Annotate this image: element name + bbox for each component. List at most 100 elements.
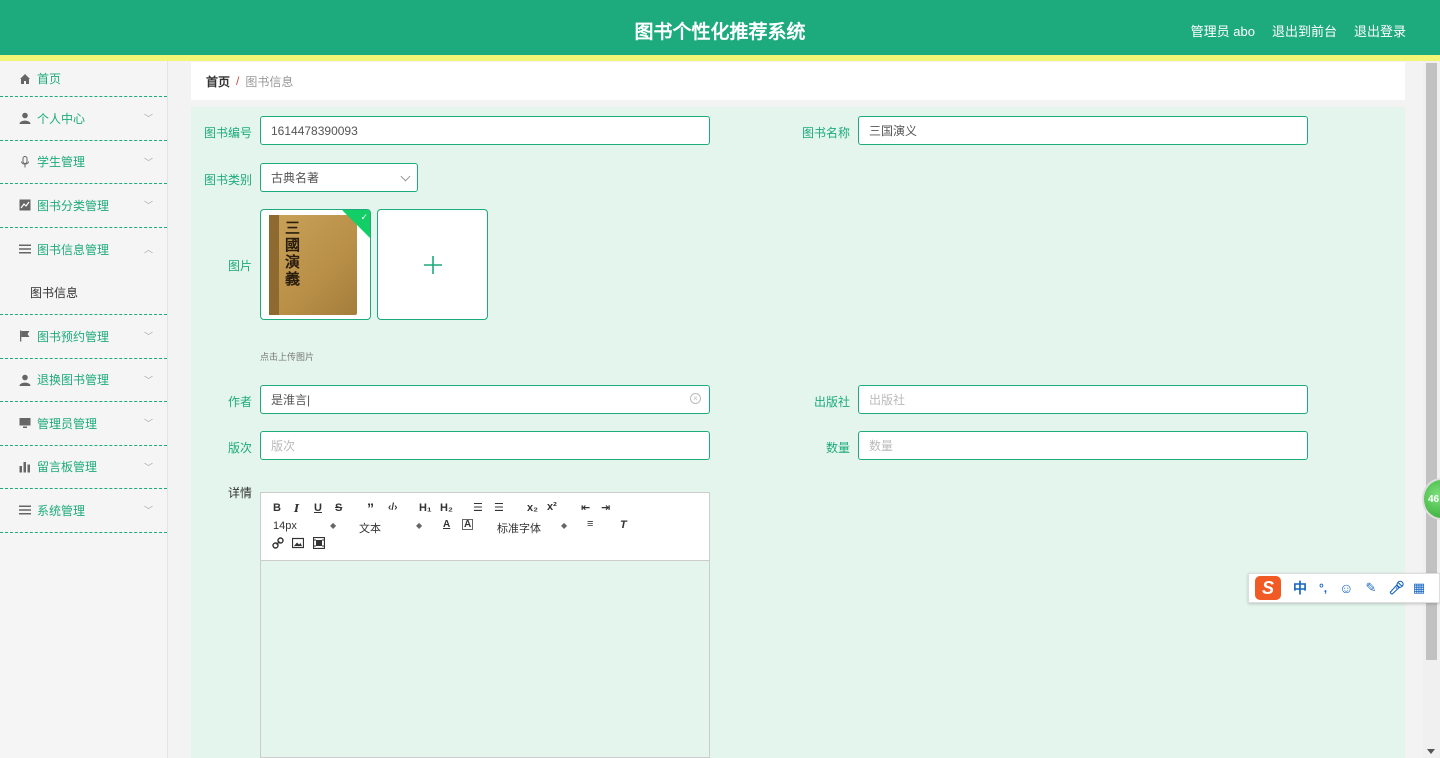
home-icon <box>19 73 31 85</box>
upload-add-button[interactable] <box>377 209 488 320</box>
header-links: 管理员 abo 退出到前台 退出登录 <box>1191 21 1406 40</box>
code-icon[interactable]: ‹/› <box>388 502 397 513</box>
pen-icon[interactable]: ✎ <box>1365 580 1376 596</box>
font-family-select[interactable]: 标准字体 ◆ <box>497 520 567 536</box>
book-no-label: 图书编号 <box>203 126 252 140</box>
publisher-placeholder: 出版社 <box>869 393 906 407</box>
text-type-value: 文本 <box>359 523 381 535</box>
sidebar-item-label: 学生管理 <box>37 155 86 170</box>
chart-icon <box>19 199 31 211</box>
editor-content-area[interactable] <box>261 561 709 757</box>
admin-user-link[interactable]: 管理员 abo <box>1191 21 1255 40</box>
chevron-down-icon <box>400 171 411 182</box>
book-cover-image <box>269 215 357 315</box>
sidebar-item-label: 系统管理 <box>37 503 86 518</box>
bold-icon[interactable]: B <box>273 502 281 514</box>
indent-icon[interactable]: ⇥ <box>601 501 610 514</box>
page-scrollbar[interactable] <box>1423 61 1440 758</box>
editor-toolbar: B I U S ” ‹/› H₁ H₂ ☰ ☰ x₂ x² ⇤ ⇥ 14px ◆ … <box>261 493 709 561</box>
sidebar-item-student-mgmt[interactable]: 学生管理 ﹀ <box>0 141 167 184</box>
quantity-placeholder: 数量 <box>869 439 894 453</box>
superscript-icon[interactable]: x² <box>547 501 557 513</box>
clear-icon[interactable]: × <box>690 393 701 404</box>
monitor-icon <box>19 417 31 429</box>
sidebar-subitem-book-info[interactable]: 图书信息 <box>0 271 167 315</box>
author-label: 作者 <box>227 395 252 409</box>
sidebar-item-label: 图书分类管理 <box>37 198 110 213</box>
font-size-value: 14px <box>273 520 297 532</box>
header-stripe <box>0 55 1440 61</box>
quantity-input[interactable]: 数量 <box>858 431 1308 460</box>
uploaded-image-card[interactable]: 三國演義 ✓ <box>260 209 371 320</box>
category-select[interactable]: 古典名著 <box>260 163 418 192</box>
image-label: 图片 <box>227 259 252 273</box>
author-input[interactable]: 是淮言| × <box>260 385 710 414</box>
updown-icon: ◆ <box>416 521 423 530</box>
grid-menu-icon[interactable]: ▦ <box>1413 580 1425 596</box>
sidebar-item-label: 个人中心 <box>37 111 86 126</box>
clear-format-icon[interactable]: T <box>620 519 627 531</box>
ime-chinese-mode[interactable]: 中 <box>1293 578 1307 598</box>
emoji-icon[interactable]: ☺ <box>1339 580 1353 596</box>
floating-badge-count: 46 <box>1428 493 1440 505</box>
top-header: 图书个性化推荐系统 管理员 abo 退出到前台 退出登录 <box>0 0 1440 55</box>
bullet-list-icon[interactable]: ☰ <box>494 501 504 514</box>
list-icon <box>19 243 31 255</box>
scrollbar-thumb[interactable] <box>1426 63 1437 660</box>
chevron-down-icon: ﹀ <box>143 331 153 342</box>
sidebar-item-label: 退换图书管理 <box>37 373 110 388</box>
subscript-icon[interactable]: x₂ <box>527 502 538 514</box>
book-name-value: 三国演义 <box>869 124 918 138</box>
quantity-label: 数量 <box>825 441 850 455</box>
sidebar-item-message-board-mgmt[interactable]: 留言板管理 ﹀ <box>0 446 167 489</box>
publisher-input[interactable]: 出版社 <box>858 385 1308 414</box>
plus-icon <box>423 255 442 274</box>
chevron-up-icon: ︿ <box>143 244 153 255</box>
ime-logo[interactable]: S <box>1255 576 1281 600</box>
sidebar-item-book-info-mgmt[interactable]: 图书信息管理 ︿ <box>0 228 167 272</box>
user-icon <box>19 112 31 125</box>
sidebar-item-label: 图书信息管理 <box>37 242 110 257</box>
microphone-icon[interactable]: 🎤︎ <box>1388 580 1405 596</box>
book-spine <box>269 215 279 315</box>
font-size-select[interactable]: 14px ◆ <box>273 520 336 532</box>
book-no-value: 1614478390093 <box>271 123 358 138</box>
chevron-down-icon: ﹀ <box>143 113 153 124</box>
go-frontend-link[interactable]: 退出到前台 <box>1272 21 1337 40</box>
blockquote-icon[interactable]: ” <box>367 500 374 516</box>
breadcrumb-home[interactable]: 首页 <box>206 73 230 90</box>
text-type-select[interactable]: 文本 ◆ <box>359 520 422 536</box>
sidebar-item-home[interactable]: 首页 <box>0 61 167 97</box>
punctuation-icon[interactable]: °, <box>1319 581 1327 595</box>
outdent-icon[interactable]: ⇤ <box>581 501 590 514</box>
strikethrough-icon[interactable]: S <box>335 502 342 514</box>
video-icon[interactable] <box>312 536 326 552</box>
underline-icon[interactable]: U <box>314 502 322 514</box>
sidebar-item-system-mgmt[interactable]: 系统管理 ﹀ <box>0 489 167 533</box>
background-color-icon[interactable]: A <box>462 519 474 530</box>
sidebar-item-personal-center[interactable]: 个人中心 ﹀ <box>0 97 167 141</box>
sidebar-item-category-mgmt[interactable]: 图书分类管理 ﹀ <box>0 184 167 228</box>
align-icon[interactable]: ≡ <box>587 518 593 530</box>
logout-link[interactable]: 退出登录 <box>1354 21 1406 40</box>
sidebar-item-reservation-mgmt[interactable]: 图书预约管理 ﹀ <box>0 315 167 359</box>
edition-input[interactable]: 版次 <box>260 431 710 460</box>
scroll-down-arrow-icon[interactable] <box>1427 749 1435 754</box>
font-color-icon[interactable]: A <box>443 519 450 530</box>
updown-icon: ◆ <box>330 521 337 530</box>
sidebar: 首页 个人中心 ﹀ 学生管理 ﹀ 图书分类管理 ﹀ 图书信息管理 ︿ 图书信息 … <box>0 61 168 758</box>
book-no-input[interactable]: 1614478390093 <box>260 116 710 145</box>
book-name-input[interactable]: 三国演义 <box>858 116 1308 145</box>
italic-icon[interactable]: I <box>294 502 299 515</box>
link-icon[interactable] <box>272 537 284 552</box>
heading2-icon[interactable]: H₂ <box>440 502 453 514</box>
image-icon[interactable] <box>291 537 305 552</box>
user-icon <box>19 374 31 386</box>
ordered-list-icon[interactable]: ☰ <box>473 501 483 514</box>
breadcrumb: 首页 / 图书信息 <box>191 62 1405 100</box>
breadcrumb-separator: / <box>236 74 240 88</box>
sidebar-item-return-mgmt[interactable]: 退换图书管理 ﹀ <box>0 359 167 402</box>
rich-text-editor: B I U S ” ‹/› H₁ H₂ ☰ ☰ x₂ x² ⇤ ⇥ 14px ◆ … <box>260 492 710 758</box>
heading1-icon[interactable]: H₁ <box>419 502 432 514</box>
sidebar-item-admin-mgmt[interactable]: 管理员管理 ﹀ <box>0 402 167 446</box>
